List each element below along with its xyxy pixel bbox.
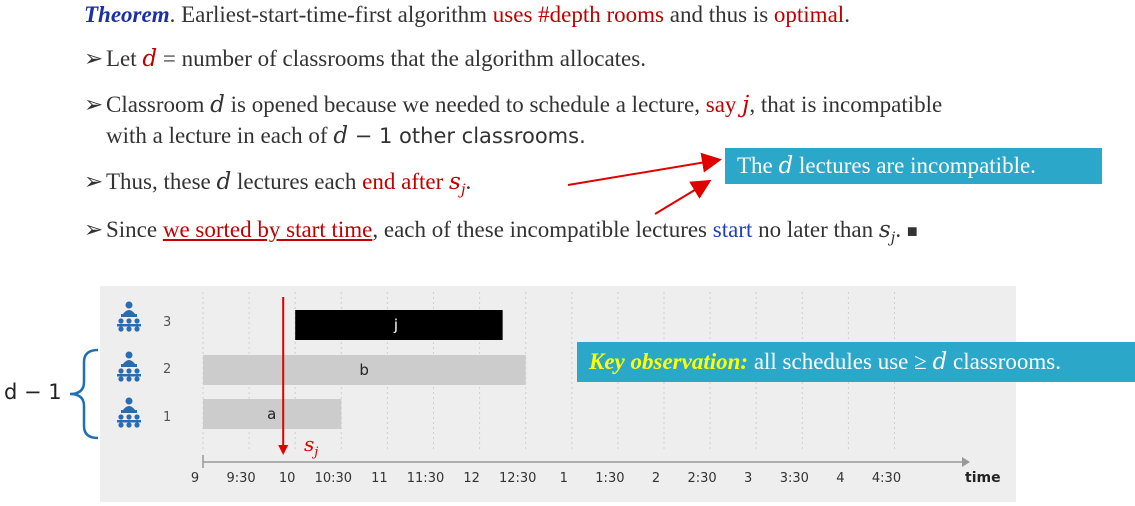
axis-tick-label: 11:30 (406, 471, 445, 486)
axis-tick-label: 3:30 (779, 471, 809, 486)
lecture-label-b: b (359, 361, 369, 379)
variable-d: d (932, 349, 948, 375)
axis-tick-label: 10:30 (314, 471, 353, 486)
room-number: 2 (163, 362, 172, 377)
axis-tick-label: 2 (651, 471, 661, 486)
axis-tick-label: 9 (190, 471, 200, 486)
callout-text: all schedules use ≥ (748, 349, 933, 374)
axis-tick-label: 12:30 (498, 471, 537, 486)
room-number: 3 (163, 315, 172, 330)
brace-label: d − 1 (4, 380, 62, 404)
lecture-bar-j (295, 310, 503, 340)
axis-tick-label: 1 (559, 471, 568, 486)
schedule-chart (202, 292, 970, 468)
axis-tick-label: 4 (836, 471, 845, 486)
room-number: 1 (163, 410, 172, 425)
marker-label-s: s (304, 432, 315, 456)
key-observation-label: Key observation: (589, 349, 749, 374)
classroom-icon (117, 397, 141, 428)
lecture-label-j: j (393, 316, 399, 334)
axis-tick-label: 9:30 (226, 471, 256, 486)
classroom-icon (117, 351, 141, 382)
axis-tick-label: 4:30 (871, 471, 902, 486)
axis-tick-label: 2:30 (687, 471, 717, 486)
axis-tick-label: 10 (278, 471, 296, 486)
classroom-icon (117, 301, 141, 332)
callout-key-observation: Key observation: all schedules use ≥ d c… (577, 342, 1135, 382)
axis-tick-label: 11 (371, 471, 388, 486)
marker-label: sj (304, 432, 318, 460)
marker-label-sub: j (314, 445, 319, 460)
brace-icon (69, 348, 99, 440)
axis-tick-label: 3 (744, 471, 753, 486)
axis-tick-label: 12 (463, 471, 480, 486)
marker-arrow-icon (278, 445, 289, 455)
axis-arrow-icon (962, 457, 970, 467)
callout-text: classrooms. (947, 349, 1061, 374)
lecture-label-a: a (267, 405, 277, 423)
axis-label-time: time (965, 470, 1001, 486)
axis-tick-label: 1:30 (595, 471, 625, 486)
